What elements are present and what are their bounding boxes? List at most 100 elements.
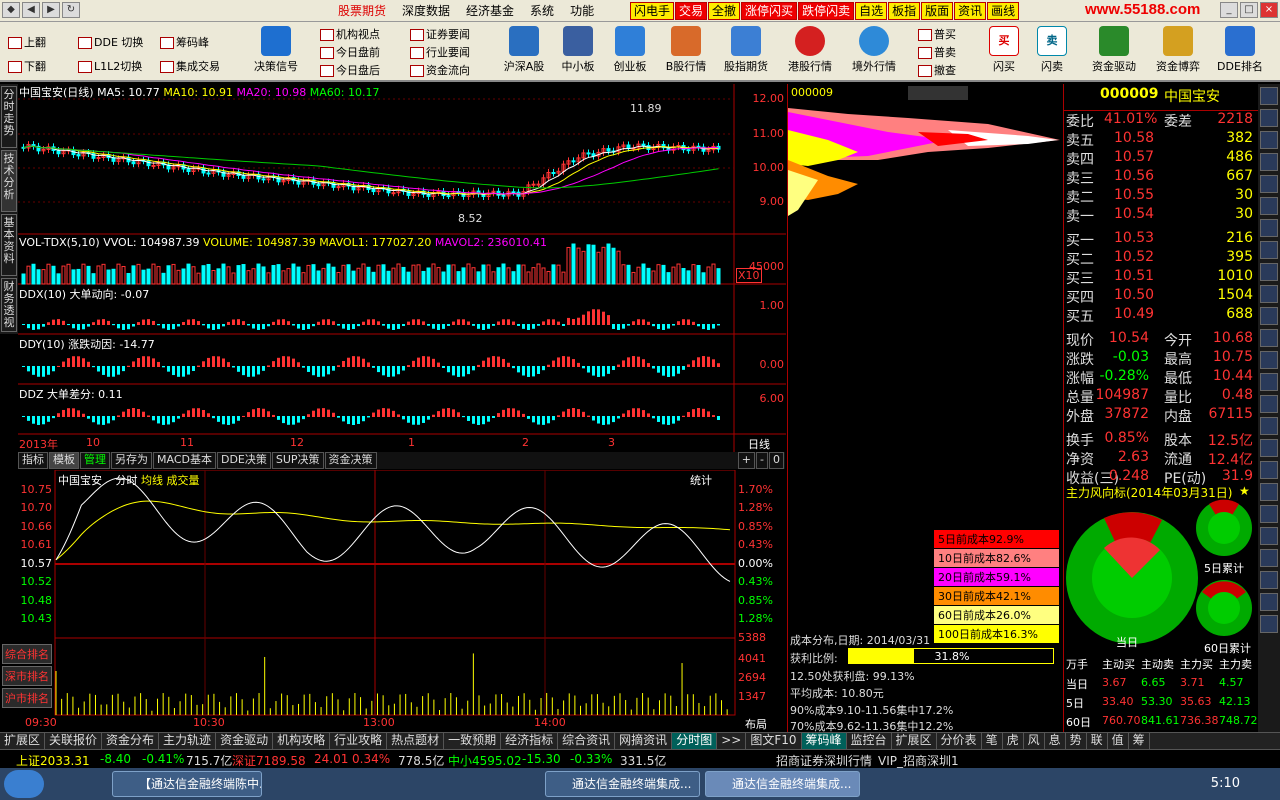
- side-icon-17[interactable]: [1260, 439, 1278, 457]
- bottom-tab-16[interactable]: 监控台: [847, 733, 892, 749]
- bottom-tab-11[interactable]: 网摘资讯: [615, 733, 673, 749]
- normal-sell-button[interactable]: 普卖: [918, 44, 956, 60]
- tab-fundamentals[interactable]: 基本资料: [1, 214, 17, 276]
- fund-flow-button[interactable]: 资金流向: [410, 62, 470, 78]
- menu-economy-fund[interactable]: 经济基金: [458, 3, 522, 19]
- side-icon-16[interactable]: [1260, 417, 1278, 435]
- bottom-tab-1[interactable]: 关联报价: [45, 733, 103, 749]
- normal-buy-button[interactable]: 普买: [918, 26, 956, 42]
- side-icon-22[interactable]: [1260, 549, 1278, 567]
- side-icon-7[interactable]: [1260, 219, 1278, 237]
- draw-line-button[interactable]: 画线: [987, 2, 1020, 20]
- bottom-tab-26[interactable]: 筹: [1129, 733, 1150, 749]
- bottom-tab-24[interactable]: 联: [1087, 733, 1108, 749]
- gem-board-button[interactable]: 创业板: [600, 26, 660, 74]
- flash-sell-button[interactable]: 卖闪卖: [1022, 26, 1082, 74]
- side-icon-6[interactable]: [1260, 197, 1278, 215]
- fund-drive-button[interactable]: 资金驱动: [1084, 26, 1144, 74]
- menu-system[interactable]: 系统: [522, 3, 562, 19]
- b-share-button[interactable]: B股行情: [656, 26, 716, 74]
- flash-trader-button[interactable]: 闪电手: [630, 2, 675, 20]
- dde-rank-button[interactable]: DDE排名: [1210, 26, 1270, 74]
- bottom-tab-12[interactable]: 分时图: [672, 733, 718, 749]
- side-icon-9[interactable]: [1260, 263, 1278, 281]
- layout-button-2[interactable]: 布局: [745, 716, 767, 732]
- star-icon[interactable]: ★: [1239, 484, 1250, 498]
- sh-sz-a-button[interactable]: 沪深A股: [494, 26, 554, 74]
- tab-fund-decision[interactable]: 资金决策: [324, 452, 377, 469]
- bottom-tab-17[interactable]: 扩展区: [892, 733, 937, 749]
- bottom-tab-13[interactable]: >>: [717, 733, 747, 749]
- side-icon-20[interactable]: [1260, 505, 1278, 523]
- bottom-tab-22[interactable]: 息: [1045, 733, 1066, 749]
- side-icon-19[interactable]: [1260, 483, 1278, 501]
- tab-template[interactable]: 模板: [49, 452, 79, 469]
- bottom-tab-21[interactable]: 风: [1024, 733, 1045, 749]
- cancel-all-button[interactable]: 全撤: [708, 2, 741, 20]
- tab-save-as[interactable]: 另存为: [111, 452, 152, 469]
- bottom-tab-15[interactable]: 筹码峰: [801, 733, 847, 749]
- period-label[interactable]: 日线: [748, 436, 770, 452]
- dde-switch-button[interactable]: DDE 切换: [78, 34, 143, 50]
- overall-rank-button[interactable]: 综合排名: [2, 644, 52, 664]
- sh-rank-button[interactable]: 沪市排名: [2, 688, 52, 708]
- tab-dde[interactable]: DDE决策: [216, 452, 271, 469]
- sz-index[interactable]: 深证7189.58: [232, 752, 306, 769]
- taskbar-item-2[interactable]: 通达信金融终端集成...: [545, 771, 700, 797]
- chip-toolbar-icons[interactable]: [908, 86, 968, 100]
- sh-index[interactable]: 上证2033.31: [16, 752, 90, 769]
- back-icon[interactable]: ◀: [22, 2, 40, 18]
- bottom-tab-18[interactable]: 分价表: [937, 733, 982, 749]
- bottom-tab-19[interactable]: 笔: [982, 733, 1003, 749]
- bottom-tab-20[interactable]: 虎: [1003, 733, 1024, 749]
- securities-news-button[interactable]: 证券要闻: [410, 26, 470, 42]
- zoom-out-icon[interactable]: -: [756, 452, 768, 469]
- tab-intraday[interactable]: 分时走势: [1, 86, 17, 148]
- forward-icon[interactable]: ▶: [42, 2, 60, 18]
- side-icon-24[interactable]: [1260, 593, 1278, 611]
- limit-down-sell-button[interactable]: 跌停闪卖: [798, 2, 855, 20]
- bottom-tab-0[interactable]: 扩展区: [0, 733, 46, 749]
- start-button[interactable]: [4, 770, 44, 798]
- minimize-icon[interactable]: _: [1220, 2, 1238, 18]
- bottom-tab-9[interactable]: 经济指标: [501, 733, 559, 749]
- limit-up-buy-button[interactable]: 涨停闪买: [741, 2, 798, 20]
- page-up-button[interactable]: 上翻: [8, 34, 46, 50]
- side-icon-1[interactable]: [1260, 87, 1278, 105]
- bottom-tab-23[interactable]: 势: [1066, 733, 1087, 749]
- layout-button[interactable]: 版面: [921, 2, 954, 20]
- tab-manage[interactable]: 管理: [80, 452, 110, 469]
- side-icon-15[interactable]: [1260, 395, 1278, 413]
- refresh-icon[interactable]: ↻: [62, 2, 80, 18]
- sz-rank-button[interactable]: 深市排名: [2, 666, 52, 686]
- trade-button[interactable]: 交易: [675, 2, 708, 20]
- bottom-tab-6[interactable]: 行业攻略: [330, 733, 388, 749]
- sme-index[interactable]: 中小4595.02: [448, 752, 522, 769]
- bottom-tab-14[interactable]: 图文F10: [746, 733, 802, 749]
- side-icon-11[interactable]: [1260, 307, 1278, 325]
- hk-stock-button[interactable]: 港股行情: [780, 26, 840, 74]
- side-icon-23[interactable]: [1260, 571, 1278, 589]
- app-icon[interactable]: ◆: [2, 2, 20, 18]
- menu-function[interactable]: 功能: [562, 3, 602, 19]
- news-button[interactable]: 资讯: [954, 2, 987, 20]
- side-icon-25[interactable]: [1260, 615, 1278, 633]
- tab-financials[interactable]: 财务透视: [1, 278, 17, 332]
- bottom-tab-3[interactable]: 主力轨迹: [159, 733, 217, 749]
- bottom-tab-25[interactable]: 值: [1108, 733, 1129, 749]
- close-icon[interactable]: ×: [1260, 2, 1278, 18]
- side-icon-13[interactable]: [1260, 351, 1278, 369]
- stats-button[interactable]: 统计: [690, 472, 712, 488]
- sector-index-button[interactable]: 板指: [888, 2, 921, 20]
- bottom-tab-10[interactable]: 综合资讯: [558, 733, 616, 749]
- decision-signal-button[interactable]: 决策信号: [246, 26, 306, 74]
- taskbar-item-3[interactable]: 通达信金融终端集成...: [705, 771, 860, 797]
- chip-peak-button[interactable]: 筹码峰: [160, 34, 209, 50]
- maximize-icon[interactable]: □: [1240, 2, 1258, 18]
- overseas-button[interactable]: 境外行情: [844, 26, 904, 74]
- watchlist-button[interactable]: 自选: [855, 2, 888, 20]
- bottom-tab-8[interactable]: 一致预期: [444, 733, 502, 749]
- industry-news-button[interactable]: 行业要闻: [410, 44, 470, 60]
- pre-market-button[interactable]: 今日盘前: [320, 44, 380, 60]
- tab-macd[interactable]: MACD基本: [153, 452, 216, 469]
